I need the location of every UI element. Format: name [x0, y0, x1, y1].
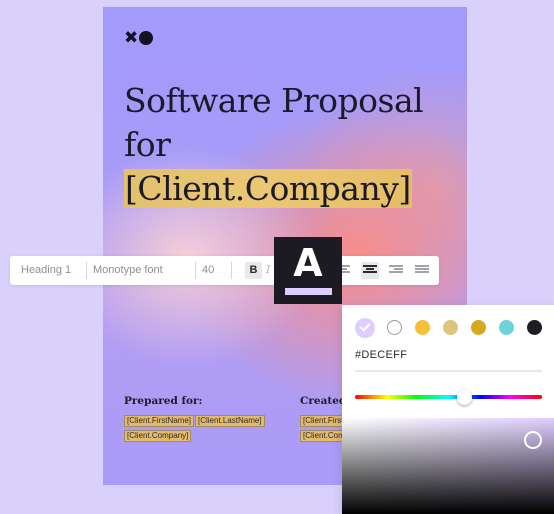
prepared-for-label: Prepared for:	[124, 395, 203, 407]
swatch-teal[interactable]	[499, 320, 514, 335]
swatch-sand[interactable]	[443, 320, 458, 335]
title-line-1: Software Proposal	[124, 81, 424, 120]
justify-icon[interactable]	[415, 265, 429, 276]
tag-creator-firstname[interactable]: [Client.First	[300, 415, 347, 427]
italic-button[interactable]: I	[266, 263, 270, 276]
title-prefix: for	[124, 125, 171, 164]
text-style-dropdown[interactable]: Heading 1	[21, 264, 71, 276]
align-center-icon[interactable]	[361, 262, 379, 279]
current-color-bar	[285, 288, 332, 295]
bold-button[interactable]: B	[245, 262, 262, 279]
text-format-toolbar: Heading 1 Monotype font 40 B I	[10, 256, 439, 285]
client-company-variable[interactable]: [Client.Company]	[124, 169, 412, 208]
saturation-value-handle[interactable]	[524, 431, 542, 449]
logo-dot	[139, 31, 154, 45]
font-size-input[interactable]: 40	[202, 264, 214, 276]
brand-logo: ✖	[124, 28, 154, 48]
align-right-icon[interactable]	[389, 265, 403, 276]
toolbar-divider	[195, 262, 196, 279]
swatch-yellow[interactable]	[415, 320, 430, 335]
toolbar-divider	[231, 262, 232, 279]
hue-slider-handle[interactable]	[457, 390, 472, 405]
swatch-white[interactable]	[387, 320, 402, 335]
font-color-button[interactable]: A	[274, 237, 342, 304]
tag-client-lastname[interactable]: [Client.LastName]	[195, 415, 265, 427]
document-title[interactable]: Software Proposal for [Client.Company]	[124, 79, 454, 211]
saturation-value-area[interactable]	[342, 418, 554, 514]
font-family-dropdown[interactable]: Monotype font	[93, 264, 163, 276]
hue-slider[interactable]	[355, 395, 542, 399]
check-icon	[359, 320, 371, 332]
tag-client-firstname[interactable]: [Client.FirstName]	[124, 415, 195, 427]
hex-input-underline	[355, 370, 542, 372]
swatch-black[interactable]	[527, 320, 542, 335]
hex-input[interactable]: #DECEFF	[355, 349, 407, 361]
title-line-2: for [Client.Company]	[124, 123, 454, 211]
color-picker-panel: #DECEFF	[342, 305, 554, 514]
swatch-mustard[interactable]	[471, 320, 486, 335]
swatch-lavender[interactable]	[355, 318, 375, 338]
logo-x-mark: ✖	[124, 28, 139, 48]
tag-client-company[interactable]: [Client.Company]	[124, 430, 192, 442]
toolbar-divider	[86, 262, 87, 279]
font-color-letter-icon: A	[293, 241, 323, 285]
